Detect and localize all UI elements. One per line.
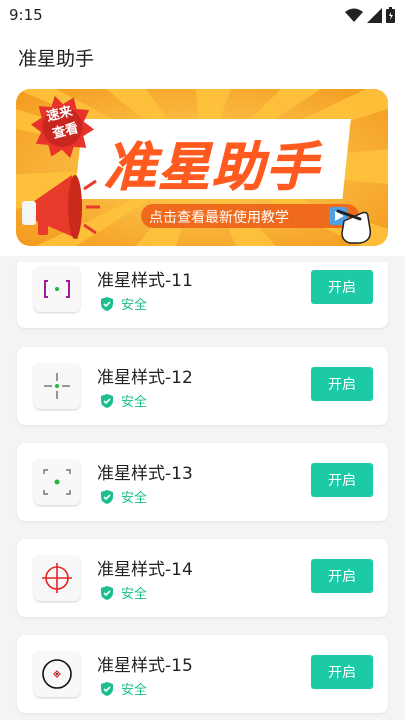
enable-button[interactable]: 开启 [311,655,373,689]
page-title: 准星助手 [18,48,95,70]
shield-check-icon [101,393,113,408]
enable-button[interactable]: 开启 [311,559,373,593]
safe-label: 安全 [121,298,148,313]
style-name: 准星样式-11 [97,271,193,291]
safe-label: 安全 [121,587,148,602]
style-name: 准星样式-13 [97,464,193,484]
app-header: 准星助手 [0,30,405,84]
enable-button[interactable]: 开启 [311,463,373,497]
signal-icon [367,7,382,23]
crosshair-style-list[interactable]: 准星样式-11 安全 开启 准星样式-12 安全 开启 准星样式-13 安全 开… [0,262,405,720]
enable-button[interactable]: 开启 [311,270,373,304]
safe-status: 安全 [99,487,147,506]
crosshair-target-icon [34,555,80,601]
style-name: 准星样式-14 [97,560,193,580]
list-item: 准星样式-15 安全 开启 [17,635,388,713]
battery-icon [386,7,395,23]
shield-check-icon [101,296,113,311]
list-item: 准星样式-11 安全 开启 [17,262,388,328]
safe-status: 安全 [99,391,147,410]
crosshair-cross-icon [34,363,80,409]
crosshair-scope-icon [34,651,80,697]
style-name: 准星样式-12 [97,368,193,388]
safe-status: 安全 [99,679,147,698]
safe-label: 安全 [121,683,148,698]
banner-subtitle: 点击查看最新使用教学 [149,210,289,226]
list-item: 准星样式-12 安全 开启 [17,347,388,425]
safe-label: 安全 [121,395,148,410]
list-item: 准星样式-13 安全 开启 [17,443,388,521]
wifi-icon [345,8,363,22]
crosshair-brackets-icon [34,266,80,312]
banner-area: 速来 查看 准星助手 点击查看最新使用教学 [0,84,405,256]
list-item: 准星样式-14 安全 开启 [17,539,388,617]
tutorial-banner[interactable]: 速来 查看 准星助手 点击查看最新使用教学 [16,89,388,246]
shield-check-icon [101,585,113,600]
shield-check-icon [101,489,113,504]
status-time: 9:15 [9,6,43,24]
shield-check-icon [101,681,113,696]
enable-button[interactable]: 开启 [311,367,373,401]
safe-label: 安全 [121,491,148,506]
style-name: 准星样式-15 [97,656,193,676]
safe-status: 安全 [99,294,147,313]
crosshair-corners-icon [34,459,80,505]
banner-headline: 准星助手 [103,138,321,199]
safe-status: 安全 [99,583,147,602]
status-icons [345,7,395,23]
status-bar: 9:15 [0,0,405,30]
